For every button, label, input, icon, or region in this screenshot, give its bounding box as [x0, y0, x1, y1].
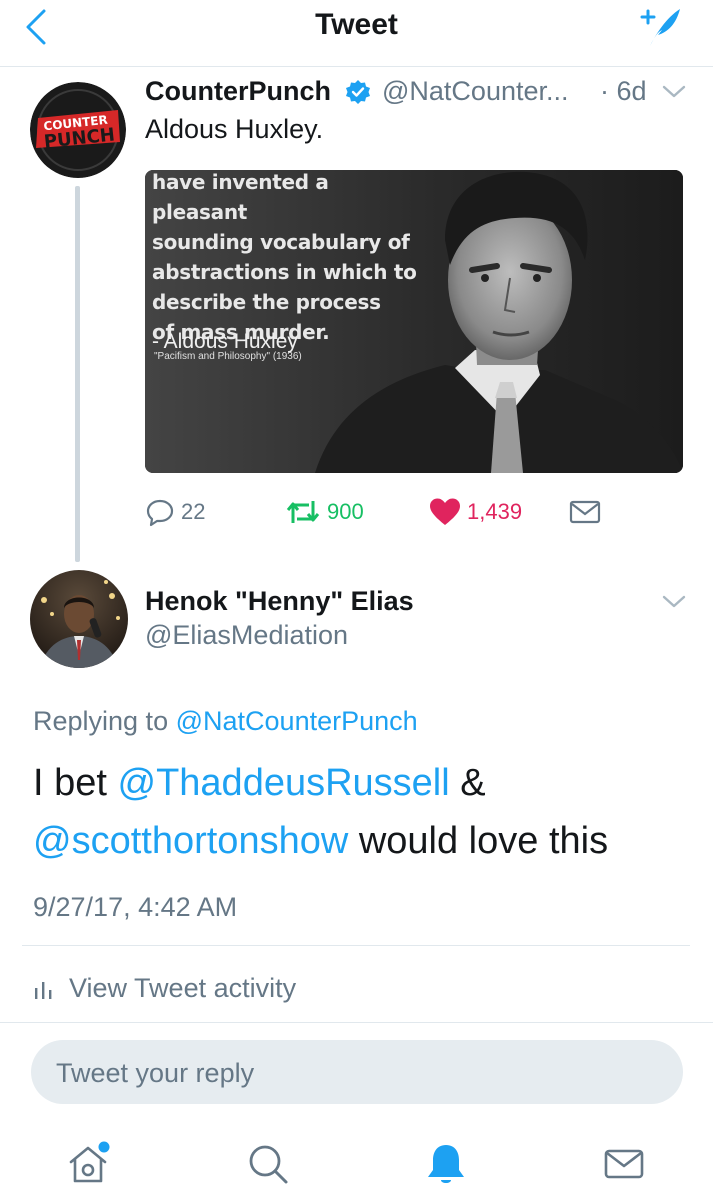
reply-tweet-text: I bet @ThaddeusRussell & @scotthortonsho… — [33, 754, 693, 870]
retweet-count: 900 — [327, 499, 364, 524]
replying-to-prefix: Replying to — [33, 706, 169, 736]
text-segment: & — [449, 762, 486, 804]
quote-source: "Pacifism and Philosophy" (1936) — [154, 351, 302, 362]
reply-author-display-name[interactable]: Henok "Henny" Elias — [145, 584, 414, 618]
quote-line: have invented a pleasant — [152, 170, 329, 224]
reply-button[interactable]: 22 — [145, 494, 205, 530]
tweet-age: · 6d — [600, 76, 647, 106]
counterpunch-avatar[interactable]: COUNTER PUNCH — [30, 82, 126, 178]
view-tweet-activity-button[interactable]: View Tweet activity — [33, 970, 296, 1006]
reply-input-placeholder: Tweet your reply — [56, 1058, 255, 1088]
author-handle[interactable]: @NatCounter... — [382, 74, 569, 108]
reply-author-avatar[interactable] — [30, 570, 128, 668]
replying-to-mention[interactable]: @NatCounterPunch — [176, 706, 418, 736]
search-icon[interactable] — [244, 1140, 292, 1188]
envelope-icon — [569, 500, 601, 524]
quote-line: describe the process — [152, 290, 381, 314]
direct-message-button[interactable] — [569, 494, 607, 530]
home-icon[interactable] — [64, 1140, 112, 1188]
notifications-icon[interactable] — [422, 1140, 470, 1188]
reply-count: 22 — [181, 499, 206, 524]
divider — [0, 1022, 713, 1023]
like-button[interactable]: 1,439 — [429, 494, 522, 530]
retweet-icon — [286, 501, 320, 523]
text-segment: I bet — [33, 762, 118, 804]
thread-connector-line — [75, 186, 80, 562]
quote-text-block: have invented a pleasant sounding vocabu… — [152, 167, 422, 347]
compose-tweet-icon[interactable] — [636, 4, 684, 48]
author-display-name[interactable]: CounterPunch — [145, 74, 331, 108]
quote-line: sounding vocabulary of — [152, 230, 410, 254]
retweet-button[interactable]: 900 — [285, 494, 364, 530]
tweet-actions: 22 900 1,439 — [145, 494, 625, 530]
replying-to-line: Replying to @NatCounterPunch — [33, 704, 418, 738]
like-count: 1,439 — [467, 499, 523, 524]
analytics-icon — [35, 982, 52, 999]
mention-link[interactable]: @scotthortonshow — [33, 820, 348, 862]
tweet-text: Aldous Huxley. — [145, 114, 324, 144]
chevron-down-icon[interactable] — [660, 592, 688, 612]
chevron-down-icon[interactable] — [660, 82, 688, 102]
messages-icon[interactable] — [600, 1140, 648, 1188]
tweet-timestamp: 9/27/17, 4:42 AM — [33, 892, 238, 922]
text-segment: would love this — [348, 820, 609, 862]
heart-icon — [430, 498, 460, 525]
notification-dot — [98, 1141, 110, 1153]
mention-link[interactable]: @ThaddeusRussell — [118, 762, 450, 804]
reply-icon — [146, 499, 174, 527]
quote-line: abstractions in which to — [152, 260, 417, 284]
bottom-tab-bar — [0, 1122, 713, 1200]
reply-author-handle[interactable]: @EliasMediation — [145, 618, 348, 652]
verified-badge-icon — [345, 79, 371, 105]
page-title: Tweet — [315, 8, 398, 41]
divider — [22, 945, 690, 946]
view-tweet-activity-label: View Tweet activity — [69, 972, 297, 1003]
